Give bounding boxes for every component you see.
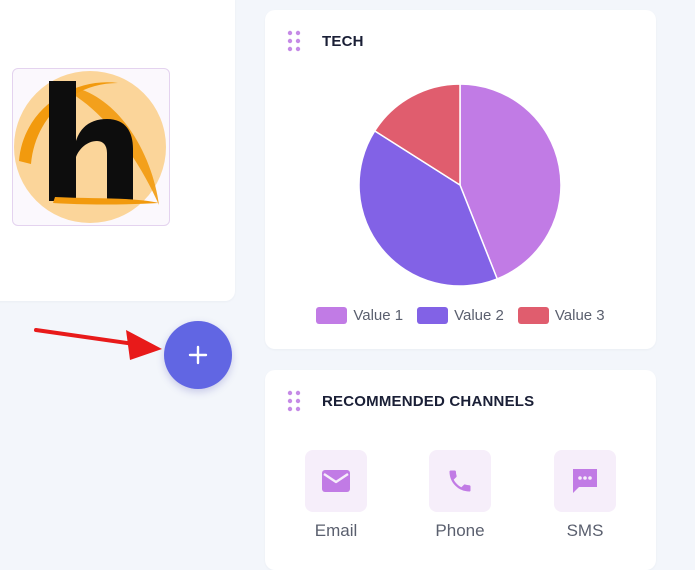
channel-sms-label: SMS (566, 521, 604, 540)
channel-phone[interactable]: Phone (429, 450, 491, 541)
legend-label: Value 3 (554, 307, 605, 324)
channel-email[interactable]: Email (305, 450, 367, 541)
company-logo (12, 68, 170, 226)
annotation-arrow (34, 328, 162, 360)
channel-phone-label: Phone (435, 521, 485, 540)
plus-icon (188, 345, 208, 365)
tech-pie-chart (358, 83, 562, 287)
tech-card-title: TECH (322, 33, 364, 50)
mail-icon (305, 450, 367, 512)
drag-handle-icon[interactable] (287, 30, 301, 52)
add-button[interactable] (164, 321, 232, 389)
channel-email-label: Email (314, 521, 358, 540)
legend-item-3[interactable]: Value 3 (517, 307, 605, 324)
legend-item-1[interactable]: Value 1 (316, 307, 403, 324)
legend-label: Value 2 (454, 307, 504, 324)
logo-h-icon (14, 71, 166, 223)
legend-item-2[interactable]: Value 2 (417, 307, 504, 324)
drag-handle-icon[interactable] (287, 390, 301, 412)
recommended-channels-card: RECOMMENDED CHANNELS Email Phone SMS (265, 370, 656, 570)
pie-legend: Value 1 Value 2 Value 3 (265, 307, 656, 324)
legend-swatch (517, 307, 549, 324)
channel-sms[interactable]: SMS (554, 450, 616, 541)
sms-icon (554, 450, 616, 512)
phone-icon (429, 450, 491, 512)
legend-swatch (316, 307, 348, 324)
legend-swatch (417, 307, 449, 324)
tech-card: TECH Value 1 Value 2 Value 3 (265, 10, 656, 349)
legend-label: Value 1 (353, 307, 404, 324)
channels-card-title: RECOMMENDED CHANNELS (322, 393, 535, 410)
